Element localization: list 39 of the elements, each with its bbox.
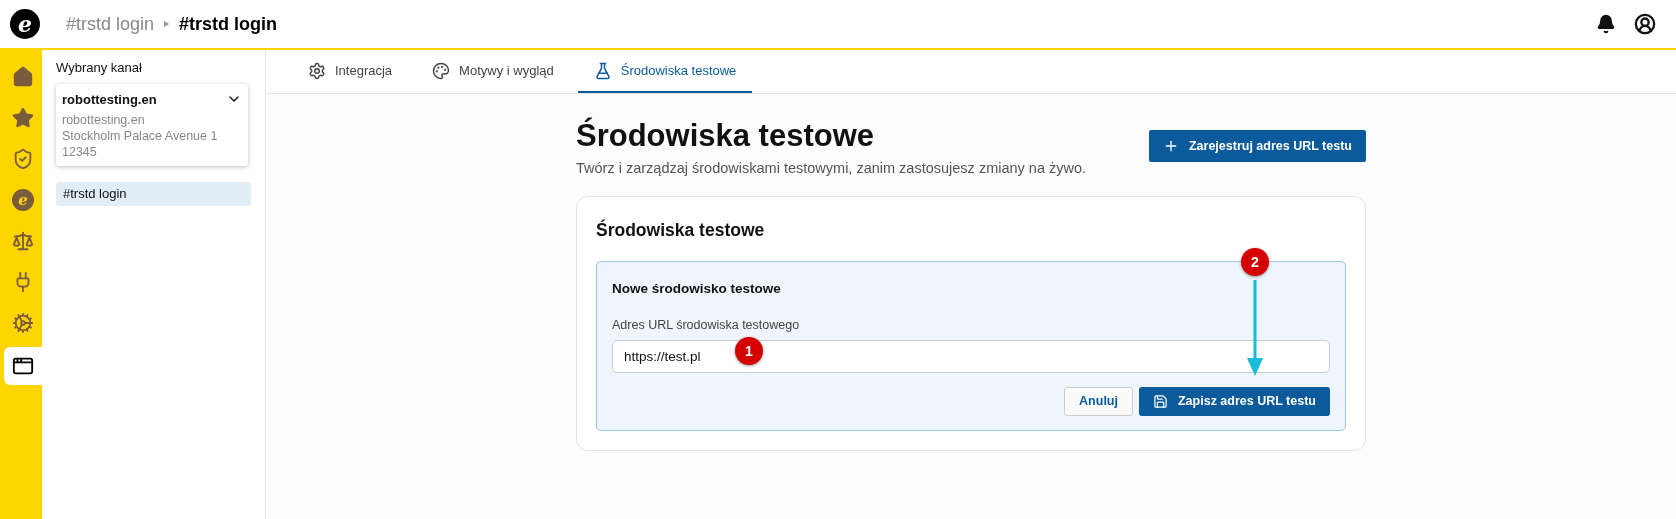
- rail-button[interactable]: e: [4, 183, 42, 217]
- breadcrumb-item: #trstd login: [179, 12, 278, 36]
- star-icon: [12, 107, 34, 129]
- sidebar-label: Wybrany kanał: [56, 59, 143, 77]
- notification-bell-icon[interactable]: [1596, 14, 1616, 34]
- register-url-button[interactable]: Zarejestruj adres URL testu: [1148, 130, 1366, 162]
- tab[interactable]: Integracja: [292, 50, 409, 93]
- tab[interactable]: Środowiska testowe: [577, 50, 753, 93]
- cancel-button[interactable]: Anuluj: [1064, 387, 1133, 416]
- card-title: Środowiska testowe: [596, 218, 766, 242]
- tab[interactable]: Motywy i wygląd: [416, 50, 570, 93]
- sidebar-item[interactable]: #trstd login: [56, 182, 251, 206]
- gear-icon: [12, 312, 34, 334]
- user-account-icon[interactable]: [1634, 13, 1656, 35]
- page-title: Środowiska testowe: [576, 118, 876, 154]
- annotation-marker: 1: [735, 337, 763, 365]
- e-logo-icon: e: [12, 189, 34, 211]
- field-label: Adres URL środowiska testowego: [612, 317, 801, 335]
- gear-icon: [308, 61, 326, 80]
- breadcrumb-item[interactable]: #trstd login: [66, 10, 155, 38]
- scale-icon: [12, 230, 34, 252]
- form-title: Nowe środowisko testowe: [612, 280, 782, 298]
- rail-button[interactable]: [4, 347, 42, 385]
- shield-check-icon: [12, 148, 34, 170]
- flask-icon: [593, 61, 612, 80]
- channel-detail: 12345: [62, 144, 98, 160]
- home-icon: [12, 66, 34, 88]
- channel-dropdown[interactable]: robottesting.en robottesting.en Stockholm Palace Avenue 1 12345: [56, 83, 248, 166]
- save-url-button[interactable]: Zapisz adres URL testu: [1139, 387, 1330, 416]
- page-subtitle: Twórz i zarządzaj środowiskami testowymi, zanim zastosujesz zmiany na żywo.: [576, 159, 1088, 178]
- browser-window-icon: [12, 355, 34, 377]
- logo[interactable]: e: [10, 9, 40, 39]
- channel-detail: robottesting.en: [62, 112, 146, 128]
- channel-detail: Stockholm Palace Avenue 1: [62, 128, 219, 144]
- channel-name: robottesting.en: [62, 90, 158, 109]
- save-icon: [1153, 394, 1168, 409]
- annotation-marker: 2: [1241, 248, 1269, 276]
- palette-icon: [432, 61, 451, 80]
- breadcrumb-separator-icon: [164, 21, 170, 27]
